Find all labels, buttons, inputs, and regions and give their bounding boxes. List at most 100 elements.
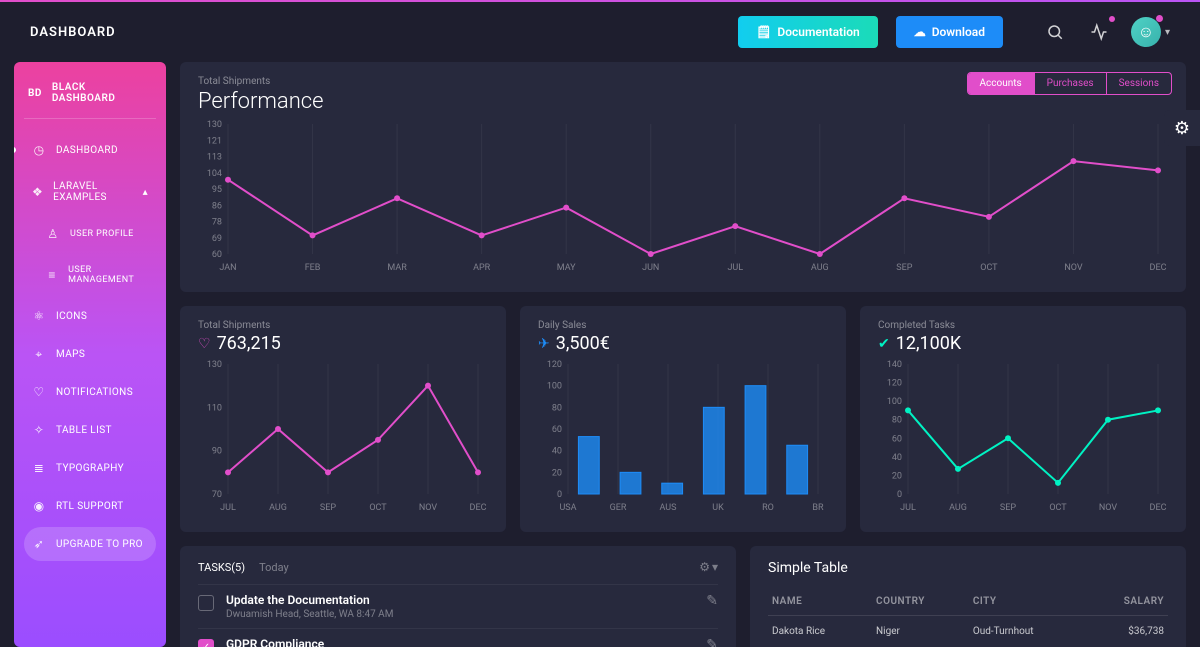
gear-icon: ⚙ <box>1174 118 1190 139</box>
col-name: NAME <box>768 588 872 616</box>
list-icon: ≡ <box>46 268 58 282</box>
sidebar-item-icons[interactable]: ⚛ ICONS <box>24 299 156 333</box>
task-desc: Dwuamish Head, Seattle, WA 8:47 AM <box>226 609 694 620</box>
tab-sessions[interactable]: Sessions <box>1107 73 1171 94</box>
svg-text:AUG: AUG <box>949 503 967 513</box>
tasks-card: TASKS(5) Today ⚙▾ Update the Documentati… <box>180 546 736 647</box>
download-button[interactable]: ☁ Download <box>896 16 1003 48</box>
sidebar-item-laravel[interactable]: ❖ LARAVEL EXAMPLES ▴ <box>24 171 156 213</box>
sidebar-item-notifications[interactable]: ♡ NOTIFICATIONS <box>24 375 156 409</box>
svg-text:95: 95 <box>212 185 222 195</box>
settings-gear-button[interactable]: ⚙ <box>1164 110 1200 146</box>
svg-text:120: 120 <box>887 379 902 389</box>
text-icon: ≣ <box>32 461 46 475</box>
svg-text:SEP: SEP <box>896 263 912 273</box>
svg-text:MAR: MAR <box>387 263 407 273</box>
notification-dot-icon <box>1109 16 1115 22</box>
header: DASHBOARD 🗒 Documentation ☁ Download ☺ ▾ <box>0 2 1200 62</box>
svg-text:GER: GER <box>610 503 627 513</box>
svg-text:JUL: JUL <box>220 503 236 513</box>
send-icon: ✔ <box>878 336 890 352</box>
task-checkbox[interactable] <box>198 595 214 611</box>
task-row: ✓ GDPR Compliance The GDPR is a regulati… <box>198 628 718 647</box>
sidebar-item-user-management[interactable]: ≡ USER MANAGEMENT <box>24 255 156 295</box>
search-icon[interactable] <box>1043 20 1067 44</box>
rocket-icon: ➶ <box>32 537 46 551</box>
delivery-icon: ✈ <box>538 336 550 352</box>
task-title: Update the Documentation <box>226 593 694 607</box>
svg-text:100: 100 <box>547 382 562 392</box>
svg-text:60: 60 <box>552 425 562 435</box>
svg-text:20: 20 <box>892 471 902 481</box>
svg-text:JAN: JAN <box>219 263 236 273</box>
svg-text:130: 130 <box>207 360 222 370</box>
edit-icon[interactable]: ✎ <box>706 637 718 647</box>
stack-icon: ❖ <box>32 185 43 199</box>
svg-text:90: 90 <box>212 447 222 457</box>
svg-text:NOV: NOV <box>1064 263 1083 273</box>
svg-text:USA: USA <box>559 503 576 513</box>
svg-text:80: 80 <box>892 416 902 426</box>
svg-text:104: 104 <box>207 169 222 179</box>
svg-text:130: 130 <box>207 120 222 130</box>
cloud-download-icon: ☁ <box>914 25 926 39</box>
svg-text:40: 40 <box>552 447 562 457</box>
svg-text:JUL: JUL <box>900 503 916 513</box>
activity-icon[interactable] <box>1087 20 1111 44</box>
globe-icon: ◉ <box>32 499 46 513</box>
chevron-down-icon[interactable]: ▾ <box>1165 27 1170 38</box>
tasks-tab[interactable]: TASKS(5) <box>198 561 245 574</box>
pin-icon: ⌖ <box>32 347 46 361</box>
task-checkbox[interactable]: ✓ <box>198 639 214 647</box>
performance-card: Total Shipments Performance Accounts Pur… <box>180 62 1186 292</box>
today-tab[interactable]: Today <box>259 561 289 574</box>
svg-text:DEC: DEC <box>1150 263 1167 273</box>
sidebar: BD BLACK DASHBOARD ◷ DASHBOARD ❖ LARAVEL… <box>14 62 166 647</box>
chart-tabs: Accounts Purchases Sessions <box>967 72 1173 95</box>
sidebar-item-typography[interactable]: ≣ TYPOGRAPHY <box>24 451 156 485</box>
gear-icon: ⚙ <box>699 560 710 574</box>
tab-accounts[interactable]: Accounts <box>968 73 1035 94</box>
svg-text:AUG: AUG <box>269 503 287 513</box>
svg-text:113: 113 <box>207 153 222 163</box>
svg-text:OCT: OCT <box>1049 503 1067 513</box>
sidebar-item-maps[interactable]: ⌖ MAPS <box>24 337 156 371</box>
page-title: DASHBOARD <box>30 25 116 40</box>
user-icon: ♙ <box>46 227 60 241</box>
svg-text:UK: UK <box>712 503 724 513</box>
sidebar-item-rtl[interactable]: ◉ RTL SUPPORT <box>24 489 156 523</box>
sales-chart: 020406080100120USAGERAUSUKROBR <box>538 354 828 514</box>
shipments-chart: 7090110130JULAUGSEPOCTNOVDEC <box>198 354 488 514</box>
edit-icon[interactable]: ✎ <box>706 593 718 609</box>
tasks-settings-button[interactable]: ⚙▾ <box>699 560 718 574</box>
svg-text:140: 140 <box>887 360 902 370</box>
svg-text:AUS: AUS <box>660 503 677 513</box>
table-row: Dakota RiceNigerOud-Turnhout$36,738 <box>768 616 1168 647</box>
tab-purchases[interactable]: Purchases <box>1035 73 1107 94</box>
svg-text:60: 60 <box>212 250 222 260</box>
svg-text:RO: RO <box>762 503 774 513</box>
sidebar-brand: BD BLACK DASHBOARD <box>24 78 156 119</box>
svg-text:86: 86 <box>212 201 222 211</box>
table-title: Simple Table <box>768 560 1168 576</box>
svg-text:NOV: NOV <box>1099 503 1118 513</box>
bell-icon: ♡ <box>32 385 46 399</box>
svg-text:110: 110 <box>207 403 222 413</box>
documentation-button[interactable]: 🗒 Documentation <box>738 16 878 48</box>
sidebar-item-table-list[interactable]: ✧ TABLE LIST <box>24 413 156 447</box>
svg-text:FEB: FEB <box>305 263 321 273</box>
task-row: Update the Documentation Dwuamish Head, … <box>198 584 718 628</box>
sidebar-item-dashboard[interactable]: ◷ DASHBOARD <box>24 133 156 167</box>
avatar[interactable]: ☺ <box>1131 17 1161 47</box>
svg-text:DEC: DEC <box>470 503 487 513</box>
svg-text:OCT: OCT <box>980 263 998 273</box>
svg-text:60: 60 <box>892 434 902 444</box>
svg-text:BR: BR <box>812 503 824 513</box>
svg-text:70: 70 <box>212 490 222 500</box>
svg-text:JUN: JUN <box>642 263 659 273</box>
completed-card: Completed Tasks ✔12,100K 020406080100120… <box>860 306 1186 532</box>
sidebar-item-user-profile[interactable]: ♙ USER PROFILE <box>24 217 156 251</box>
sidebar-item-upgrade[interactable]: ➶ UPGRADE TO PRO <box>24 527 156 561</box>
atom-icon: ⚛ <box>32 309 46 323</box>
svg-text:121: 121 <box>207 136 222 146</box>
